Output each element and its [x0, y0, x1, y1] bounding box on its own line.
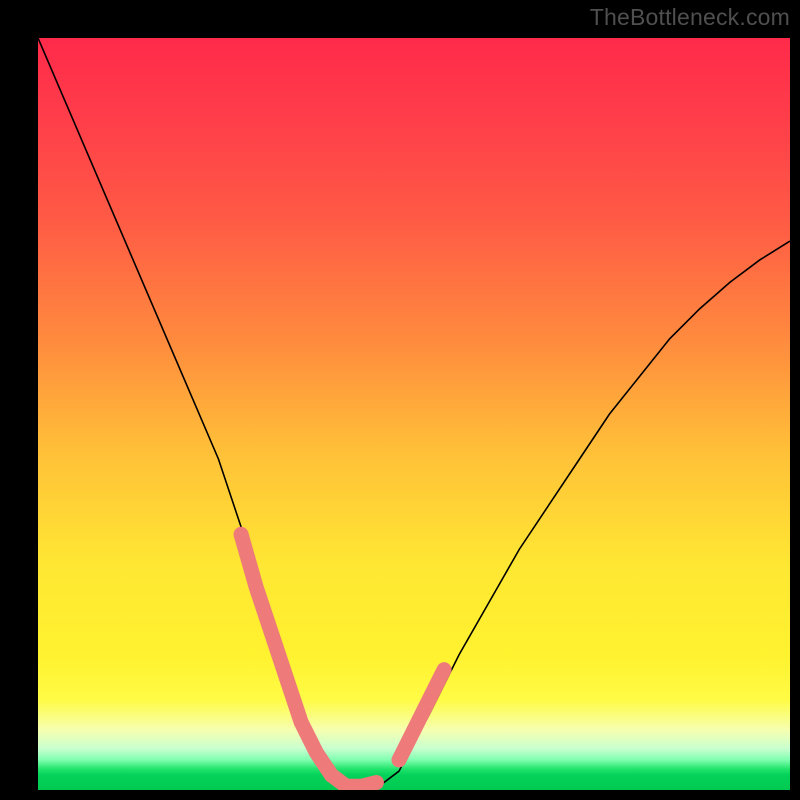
highlight-left-slope [241, 534, 331, 775]
curve-svg [38, 38, 790, 790]
chart-container: TheBottleneck.com [0, 0, 800, 800]
bottleneck-curve [38, 38, 790, 786]
highlight-trough [331, 775, 376, 786]
watermark-text: TheBottleneck.com [590, 4, 790, 31]
highlight-right-slope [399, 670, 444, 760]
plot-area [38, 38, 790, 790]
